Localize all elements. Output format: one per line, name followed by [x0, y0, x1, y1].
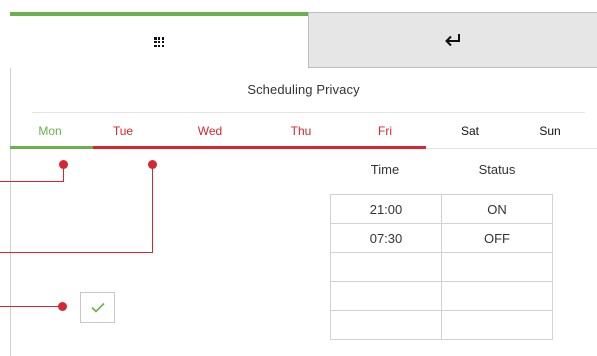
tab-grid[interactable]	[10, 16, 308, 68]
day-underline-selected	[10, 146, 93, 149]
time-cell[interactable]	[330, 252, 442, 282]
day-underline-active-range	[93, 146, 426, 149]
table-row[interactable]: 07:30 OFF	[330, 223, 553, 253]
annotation-line-1-horizontal	[0, 181, 64, 182]
title-divider	[32, 112, 585, 113]
table-row[interactable]	[330, 252, 553, 282]
time-cell[interactable]: 07:30	[330, 223, 442, 253]
grid-icon	[154, 37, 164, 47]
day-tab-sat[interactable]: Sat	[440, 124, 500, 138]
day-tab-wed[interactable]: Wed	[180, 124, 240, 138]
time-cell[interactable]: 21:00	[330, 194, 442, 224]
day-tab-tue[interactable]: Tue	[93, 124, 153, 138]
day-tab-thu[interactable]: Thu	[271, 124, 331, 138]
return-arrow-icon	[445, 34, 460, 47]
annotation-dot-3	[58, 302, 67, 311]
page-title: Scheduling Privacy	[247, 82, 360, 97]
time-cell[interactable]	[330, 281, 442, 311]
day-tab-fri[interactable]: Fri	[355, 124, 415, 138]
status-cell[interactable]: OFF	[441, 223, 553, 253]
status-cell[interactable]	[441, 310, 553, 340]
time-cell[interactable]	[330, 310, 442, 340]
table-row[interactable]	[330, 310, 553, 340]
checkmark-icon	[90, 302, 105, 313]
status-cell[interactable]	[441, 252, 553, 282]
table-row[interactable]: 21:00 ON	[330, 194, 553, 224]
annotation-line-2-vertical	[152, 164, 153, 253]
schedule-table: 21:00 ON 07:30 OFF	[330, 194, 553, 340]
status-cell[interactable]: ON	[441, 194, 553, 224]
day-tab-mon[interactable]: Mon	[20, 124, 80, 138]
table-row[interactable]	[330, 281, 553, 311]
tab-back[interactable]	[308, 12, 597, 68]
annotation-line-3	[0, 306, 62, 307]
status-column-header: Status	[478, 162, 516, 177]
status-cell[interactable]	[441, 281, 553, 311]
day-tab-sun[interactable]: Sun	[520, 124, 580, 138]
annotation-line-1-vertical	[63, 164, 64, 182]
annotation-line-2-horizontal	[0, 252, 153, 253]
time-column-header: Time	[370, 162, 400, 177]
confirm-button[interactable]	[80, 292, 115, 323]
